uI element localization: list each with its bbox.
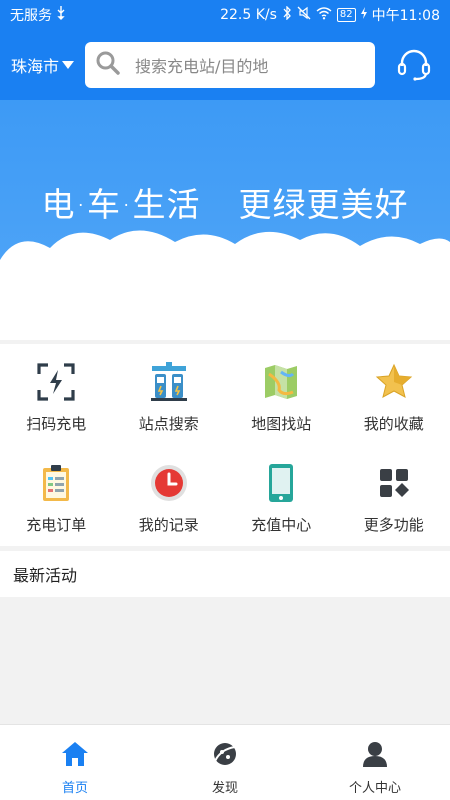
slogan-left: 电·车·生活 [41,185,201,224]
grid-label: 我的记录 [138,516,199,534]
clipboard-icon [36,463,76,503]
user-icon [361,741,389,771]
map-icon [261,362,301,402]
grid-item-favorites[interactable]: 我的收藏 [338,344,450,445]
news-section-title: 最新活动 [0,551,450,597]
grid-label: 扫码充电 [26,415,87,433]
city-name: 珠海市 [11,57,60,76]
news-list [0,597,450,724]
scan-charge-icon [36,362,76,402]
tab-profile[interactable]: 个人中心 [300,725,450,800]
clock-time: 中午11:08 [371,8,440,24]
bluetooth-icon [282,5,292,24]
grid-label: 充值中心 [251,516,312,534]
grid-item-more[interactable]: 更多功能 [338,445,450,546]
cloud-shape [0,230,450,340]
tab-discover[interactable]: 发现 [150,725,300,800]
grid-item-scan-charge[interactable]: 扫码充电 [0,344,113,445]
search-placeholder: 搜索充电站/目的地 [135,57,269,76]
tab-label: 发现 [211,781,238,796]
tab-label: 个人中心 [348,781,401,796]
grid-label: 我的收藏 [363,415,424,433]
more-grid-icon [374,463,414,503]
grid-item-station-search[interactable]: 站点搜索 [113,344,226,445]
status-bar: 无服务 22.5 K/s 82 中午11:08 [0,0,450,30]
promo-banner[interactable]: 电·车·生活 更绿更美好 [0,100,450,340]
grid-label: 充电订单 [26,516,87,534]
home-icon [61,741,89,771]
carrier-text: 无服务 [10,8,52,24]
grid-item-orders[interactable]: 充电订单 [0,445,113,546]
clock-icon [149,463,189,503]
battery-level: 82 [336,8,356,22]
search-icon [95,50,121,80]
feature-grid: 扫码充电 站点搜索 地图找站 我的收藏 充电订单 我的记录 充值中心 更多功能 [0,344,450,546]
bottom-tab-bar: 首页 发现 个人中心 [0,724,450,800]
grid-item-recharge[interactable]: 充值中心 [225,445,338,546]
charging-icon [360,7,367,23]
news-title: 最新活动 [13,566,78,585]
grid-item-records[interactable]: 我的记录 [113,445,226,546]
tab-label: 首页 [61,781,88,796]
customer-service-icon[interactable] [396,48,432,82]
star-icon [374,362,414,402]
station-search-icon [149,362,189,402]
wifi-icon [316,6,332,24]
banner-slogan: 电·车·生活 更绿更美好 [0,178,450,226]
grid-label: 地图找站 [251,415,312,433]
search-box[interactable]: 搜索充电站/目的地 [85,42,375,88]
app-header: 珠海市 搜索充电站/目的地 [0,30,450,100]
usb-icon [56,6,66,24]
grid-item-map[interactable]: 地图找站 [225,344,338,445]
grid-label: 更多功能 [363,516,424,534]
discover-icon [211,741,239,771]
slogan-right: 更绿更美好 [238,185,409,224]
tab-home[interactable]: 首页 [0,725,150,800]
mute-icon [297,6,311,24]
grid-label: 站点搜索 [138,415,199,433]
network-speed: 22.5 K/s [220,7,277,23]
caret-down-icon [62,61,75,69]
city-selector[interactable]: 珠海市 [11,53,81,77]
tablet-icon [261,463,301,503]
